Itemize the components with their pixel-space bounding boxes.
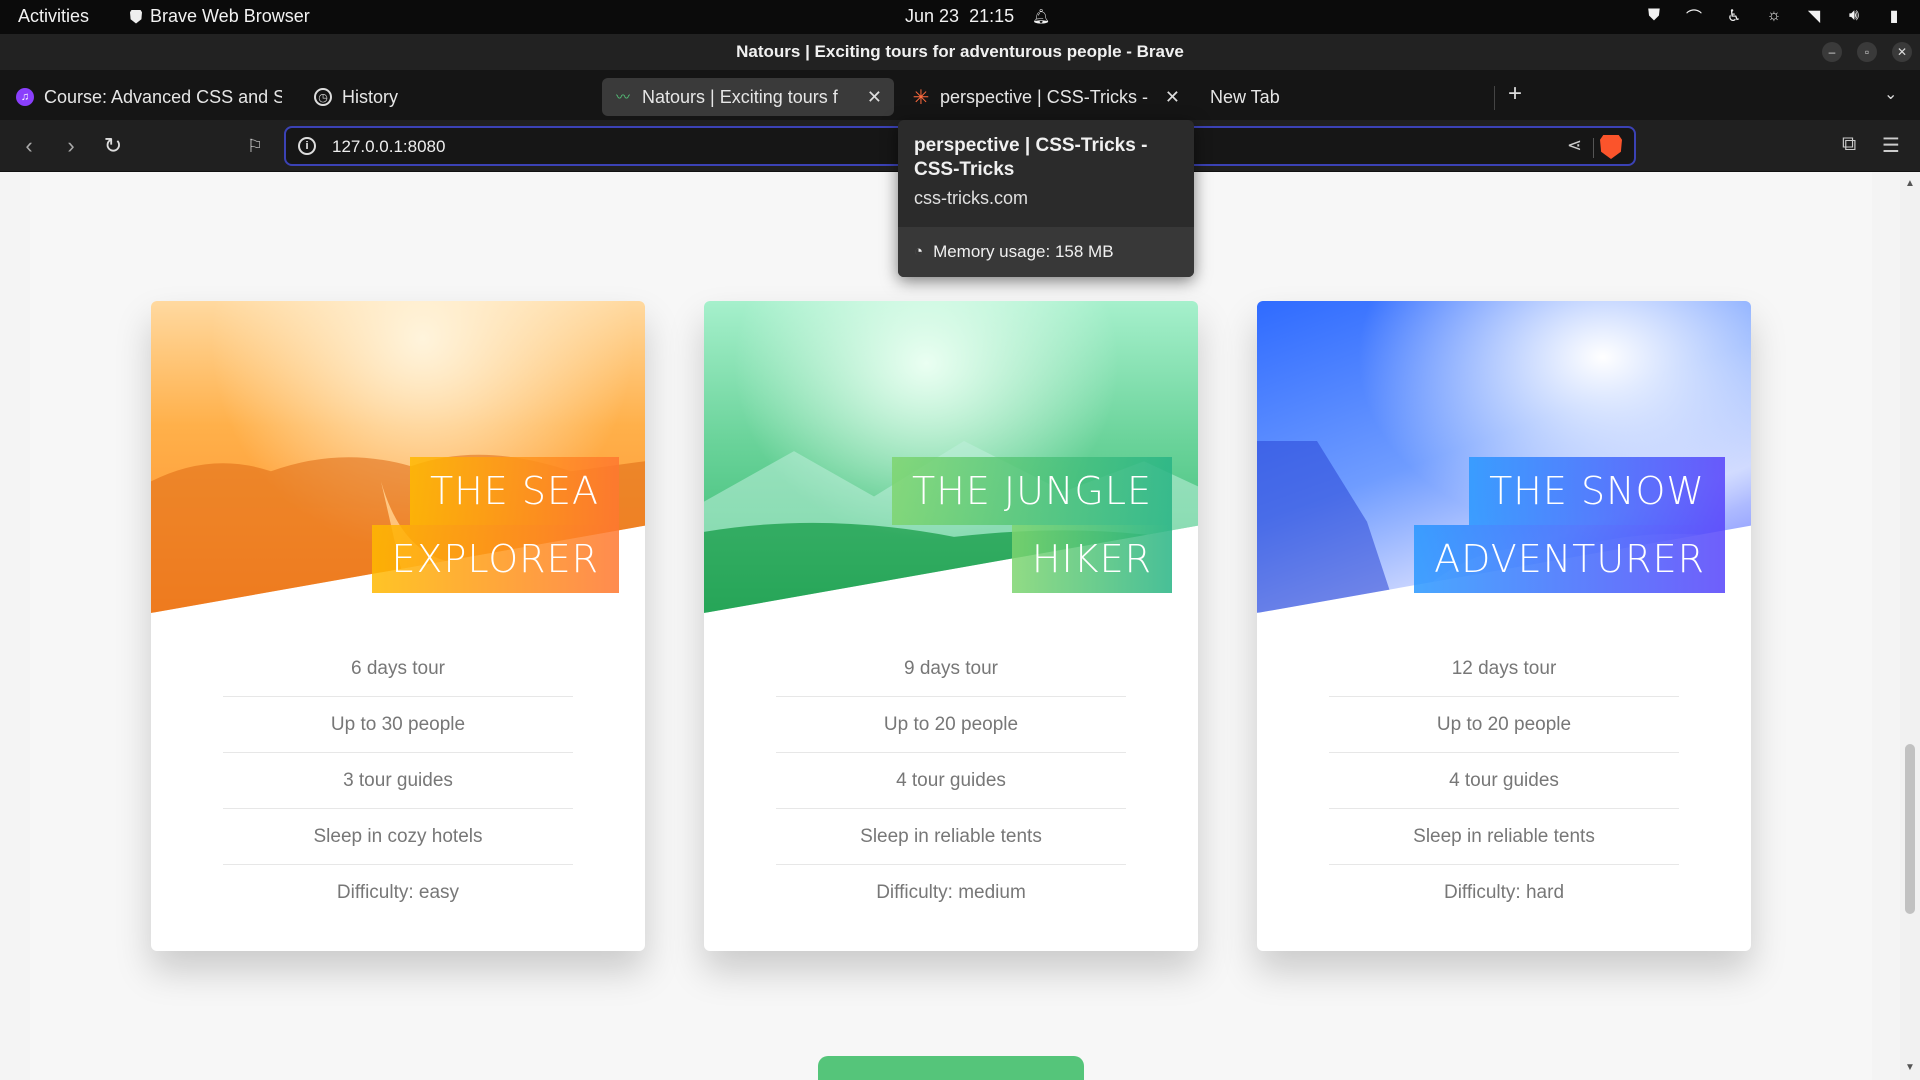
share-icon[interactable]: ⋖ [1567, 135, 1582, 156]
detail-difficulty: Difficulty: medium [876, 882, 1026, 903]
tab-history[interactable]: ◷ History [302, 78, 592, 116]
system-top-bar: Activities Brave Web Browser Jun 23 21:1… [0, 0, 1920, 34]
maximize-button[interactable]: ▫ [1857, 42, 1877, 62]
network-status-icon[interactable]: ⌒ [1684, 6, 1704, 27]
close-window-button[interactable]: ✕ [1892, 42, 1912, 62]
tab-course[interactable]: ♫ Course: Advanced CSS and S [4, 78, 294, 116]
activities-button[interactable]: Activities [18, 6, 89, 27]
card-heading-line-2: HIKER [1011, 525, 1172, 593]
tours-section: THE SEA EXPLORER 6 days tour Up to 30 pe… [30, 172, 1872, 1080]
detail-group-size: Up to 20 people [776, 697, 1126, 753]
tab-label: Course: Advanced CSS and S [44, 86, 282, 107]
accessibility-icon[interactable]: ♿︎ [1724, 6, 1744, 26]
detail-duration: 9 days tour [776, 641, 1126, 697]
scroll-up-arrow-icon[interactable]: ▲ [1904, 178, 1916, 190]
hover-card-host: css-tricks.com [914, 188, 1028, 208]
detail-accommodation: Sleep in reliable tents [776, 809, 1126, 865]
card-details: 12 days tour Up to 20 people 4 tour guid… [1329, 641, 1679, 921]
tab-label: History [342, 86, 399, 107]
battery-icon[interactable]: ▮ [1884, 6, 1904, 26]
clock-date: Jun 23 [905, 6, 960, 26]
page-scrollbar[interactable]: ▲ ▼ [1900, 172, 1920, 1080]
card-details: 6 days tour Up to 30 people 3 tour guide… [223, 641, 573, 921]
card-heading-line-1: THE JUNGLE [892, 457, 1172, 525]
notification-bell-icon: 🔔︎ [1032, 8, 1050, 24]
css-tricks-icon: ✳ [912, 86, 930, 109]
brave-app-icon [130, 9, 142, 24]
card-heading-line-2: EXPLORER [371, 525, 619, 593]
bookmark-icon[interactable]: ⚐ [242, 133, 268, 159]
detail-difficulty: Difficulty: easy [336, 882, 460, 903]
hover-card-memory: ◔ Memory usage: 158 MB [898, 227, 1194, 277]
tour-card-sea-explorer[interactable]: THE SEA EXPLORER 6 days tour Up to 30 pe… [151, 301, 645, 951]
hover-card-title: perspective | CSS-Tricks - CSS-Tricks [914, 135, 1148, 180]
minimize-button[interactable]: – [1822, 42, 1842, 62]
clock[interactable]: Jun 23 21:15 🔔︎ [905, 6, 1050, 27]
new-tab-button[interactable]: + [1508, 80, 1522, 108]
tab-new-tab[interactable]: New Tab [1198, 78, 1490, 116]
brightness-icon[interactable]: ☼ [1764, 6, 1784, 26]
detail-accommodation: Sleep in reliable tents [1329, 809, 1679, 865]
discover-tours-button-cropped[interactable] [818, 1056, 1084, 1080]
natours-icon: 〰 [616, 89, 630, 105]
close-tab-icon[interactable]: ✕ [867, 87, 882, 108]
detail-accommodation: Sleep in cozy hotels [223, 809, 573, 865]
tab-label: New Tab [1210, 86, 1280, 107]
url-text[interactable]: 127.0.0.1:8080 [332, 137, 445, 157]
window-title: Natours | Exciting tours for adventurous… [736, 42, 1184, 61]
tab-list-chevron-icon[interactable]: ⌄ [1884, 84, 1897, 104]
card-heading-line-2: ADVENTURER [1414, 525, 1725, 593]
history-icon: ◷ [314, 88, 332, 106]
back-button[interactable]: ‹ [16, 133, 42, 159]
menu-icon[interactable]: ☰ [1882, 133, 1900, 158]
tab-label: Natours | Exciting tours f [642, 86, 838, 107]
app-name: Brave Web Browser [150, 6, 310, 26]
detail-group-size: Up to 30 people [223, 697, 573, 753]
tab-label: perspective | CSS-Tricks - [940, 86, 1149, 107]
card-heading: THE JUNGLE HIKER [892, 457, 1172, 593]
tab-divider [1494, 86, 1495, 110]
app-menu[interactable]: Brave Web Browser [130, 6, 310, 27]
brave-shields-icon[interactable] [1600, 135, 1622, 159]
urlbar-divider [1593, 138, 1594, 158]
memory-usage-text: Memory usage: 158 MB [933, 242, 1114, 261]
scroll-thumb[interactable] [1905, 744, 1915, 914]
detail-duration: 6 days tour [223, 641, 573, 697]
shield-icon[interactable]: ⛊ [1644, 6, 1664, 26]
detail-guides: 3 tour guides [223, 753, 573, 809]
detail-group-size: Up to 20 people [1329, 697, 1679, 753]
tab-hover-card: perspective | CSS-Tricks - CSS-Tricks cs… [898, 120, 1194, 277]
detail-guides: 4 tour guides [776, 753, 1126, 809]
tab-strip: ♫ Course: Advanced CSS and S ◷ History 〰… [0, 70, 1920, 120]
card-heading: THE SNOW ADVENTURER [1414, 457, 1725, 593]
tour-card-jungle-hiker[interactable]: THE JUNGLE HIKER 9 days tour Up to 20 pe… [704, 301, 1198, 951]
card-heading: THE SEA EXPLORER [371, 457, 619, 593]
reload-button[interactable]: ↻ [100, 133, 126, 159]
card-heading-line-1: THE SEA [409, 457, 619, 525]
tab-natours[interactable]: 〰 Natours | Exciting tours f ✕ [602, 78, 894, 116]
volume-icon[interactable]: 🔊︎ [1844, 6, 1864, 26]
scroll-down-arrow-icon[interactable]: ▼ [1904, 1062, 1916, 1074]
detail-duration: 12 days tour [1329, 641, 1679, 697]
extensions-icon[interactable]: ⧉ [1842, 133, 1856, 156]
system-tray[interactable]: ⛊ ⌒ ♿︎ ☼ ◥ 🔊︎ ▮ [1644, 6, 1904, 27]
window-title-bar: Natours | Exciting tours for adventurous… [0, 34, 1920, 70]
wifi-icon[interactable]: ◥ [1804, 6, 1824, 26]
tab-css-tricks[interactable]: ✳ perspective | CSS-Tricks - ✕ [900, 78, 1192, 116]
card-details: 9 days tour Up to 20 people 4 tour guide… [776, 641, 1126, 921]
site-info-icon[interactable]: i [298, 137, 316, 155]
card-heading-line-1: THE SNOW [1469, 457, 1725, 525]
forward-button[interactable]: › [58, 133, 84, 159]
detail-guides: 4 tour guides [1329, 753, 1679, 809]
tour-card-snow-adventurer[interactable]: THE SNOW ADVENTURER 12 days tour Up to 2… [1257, 301, 1751, 951]
course-icon: ♫ [16, 88, 34, 106]
clock-time: 21:15 [969, 6, 1015, 26]
detail-difficulty: Difficulty: hard [1443, 882, 1565, 903]
close-tab-icon[interactable]: ✕ [1165, 87, 1180, 108]
page-viewport: THE SEA EXPLORER 6 days tour Up to 30 pe… [0, 172, 1920, 1080]
memory-gauge-icon: ◔ [914, 243, 924, 260]
